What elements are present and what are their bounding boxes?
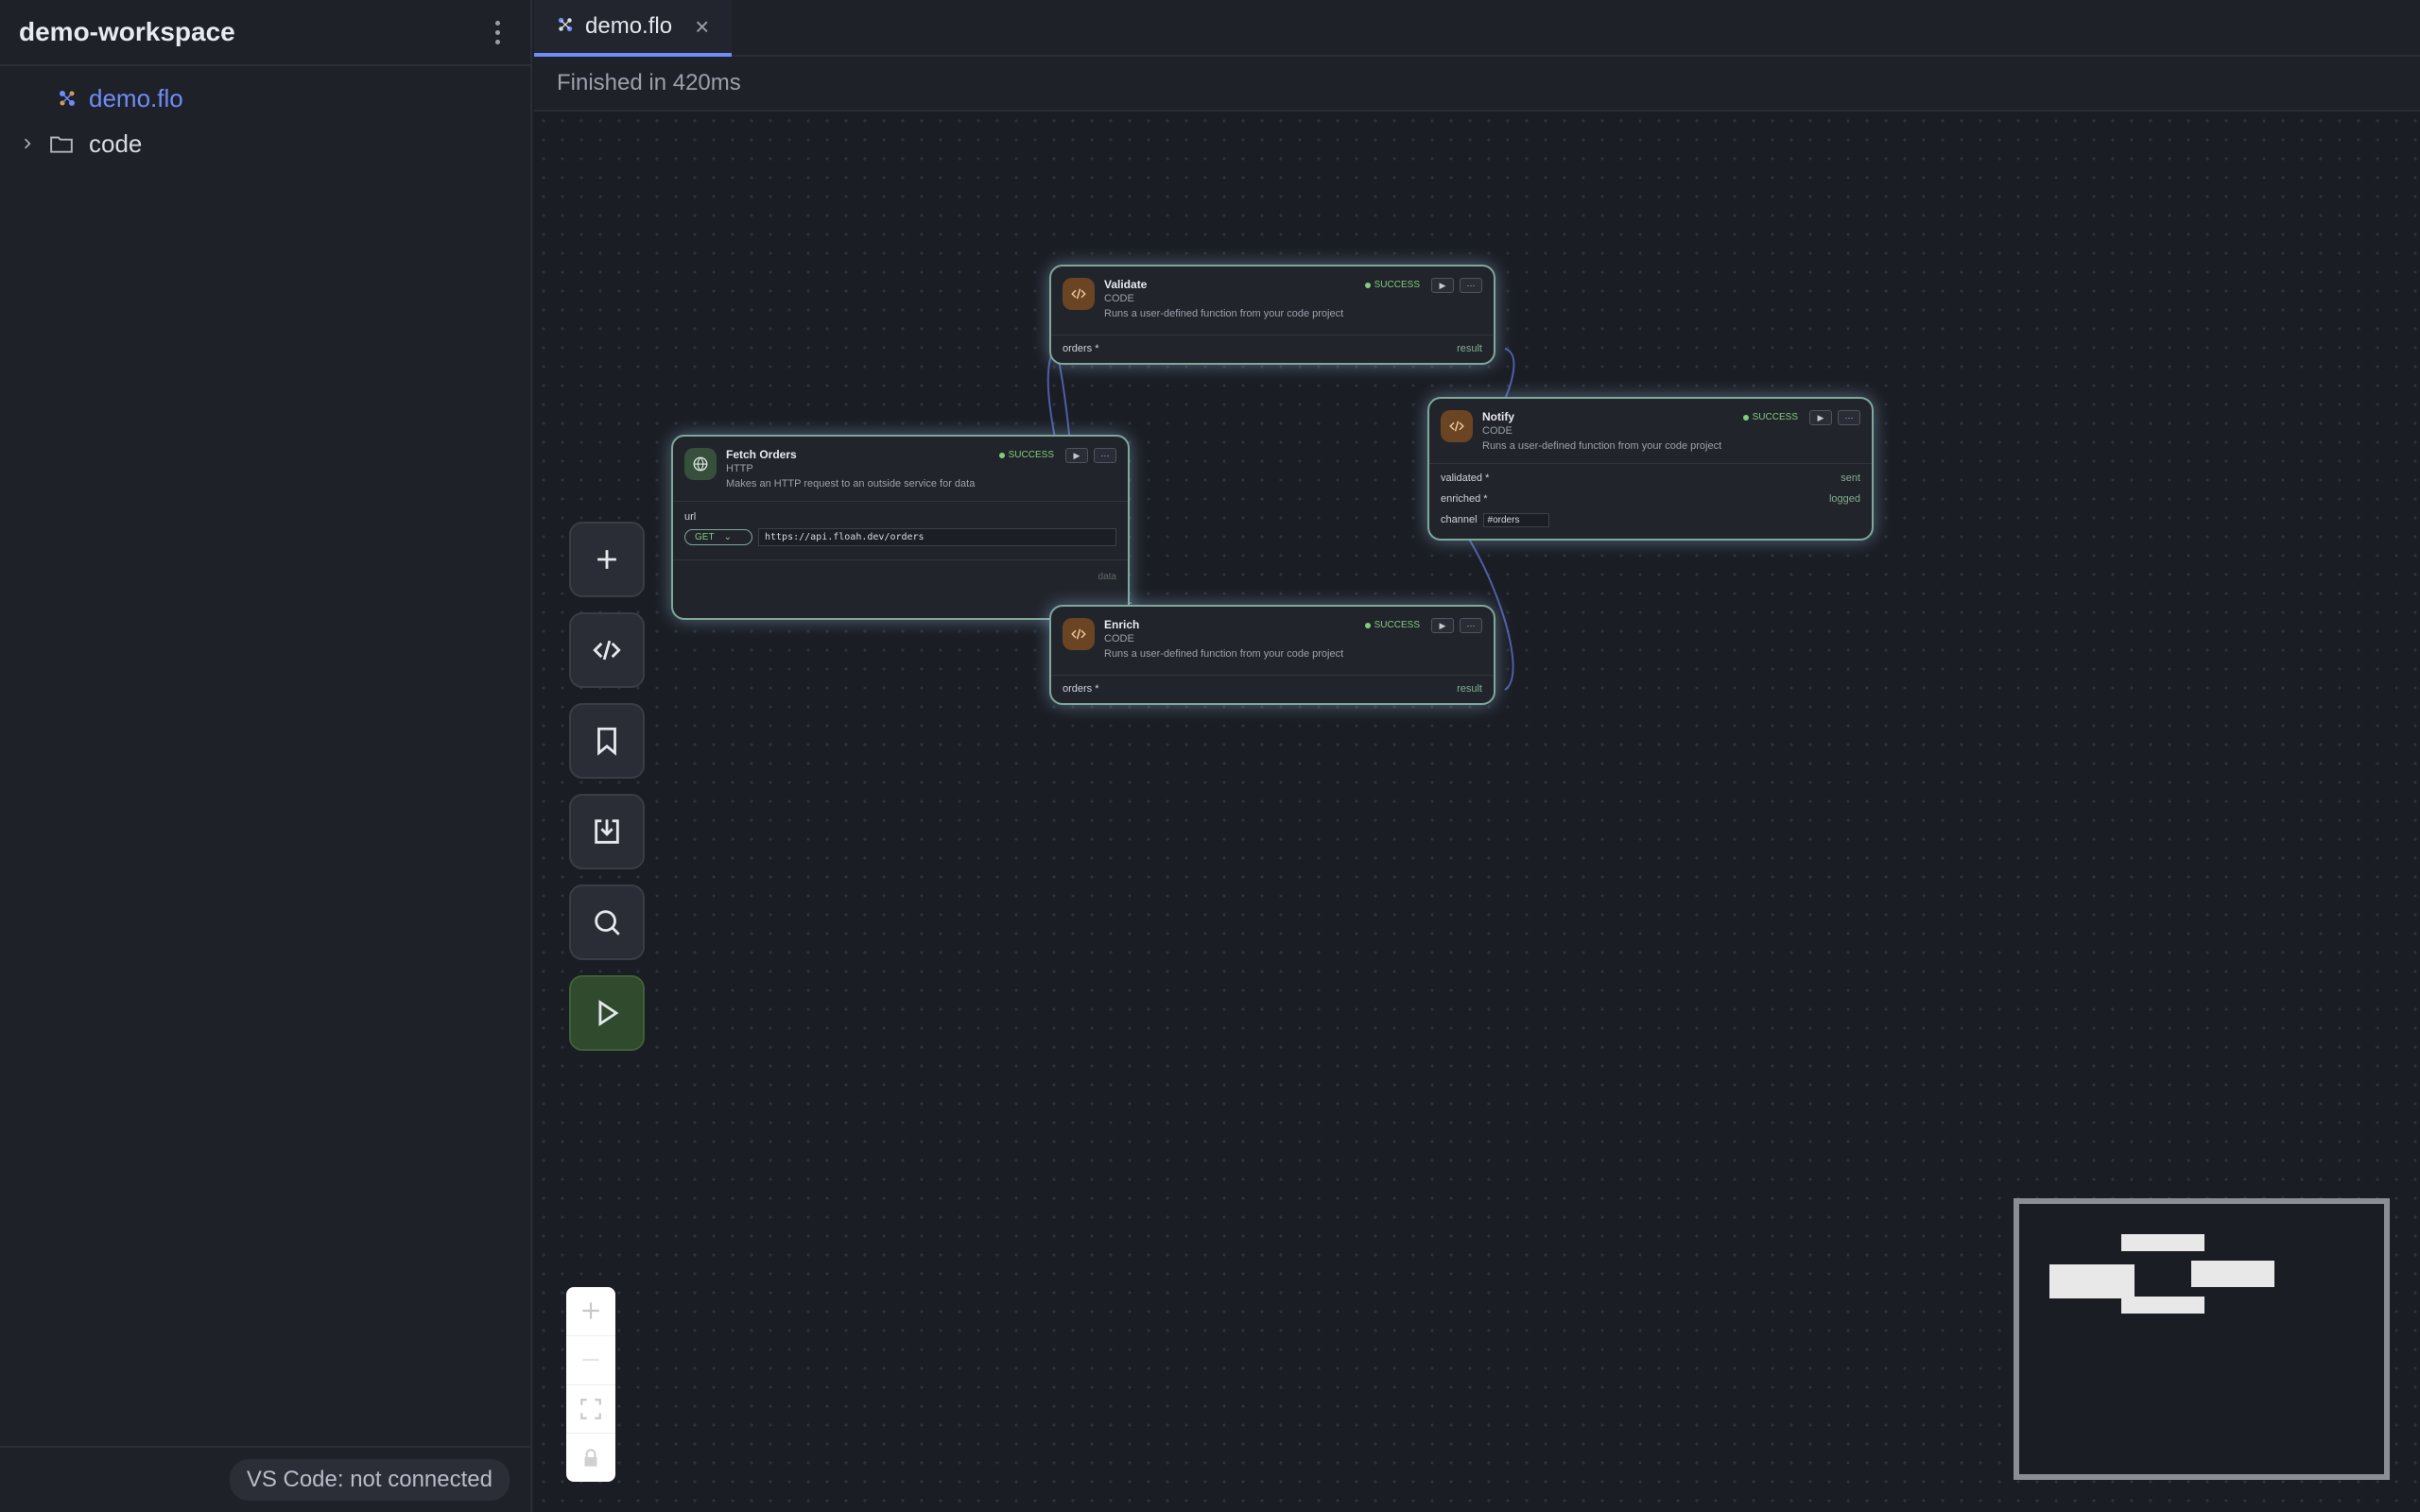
main-area: demo.flo × Finished in 420ms Validate CO… bbox=[534, 0, 2420, 1512]
input-port-label: orders * bbox=[1063, 343, 1099, 354]
zoom-out-icon bbox=[582, 1359, 599, 1362]
node-description: Runs a user-defined function from your c… bbox=[1482, 440, 1722, 452]
node-type: CODE bbox=[1104, 633, 1134, 644]
node-description: Runs a user-defined function from your c… bbox=[1104, 308, 1344, 319]
tree-item-code[interactable]: code bbox=[0, 121, 530, 166]
minimap-node-validate bbox=[2121, 1234, 2204, 1251]
minimap[interactable] bbox=[2014, 1198, 2390, 1480]
node-menu-button[interactable]: ··· bbox=[1838, 410, 1860, 425]
search-button[interactable] bbox=[569, 885, 645, 960]
node-title: Notify bbox=[1482, 410, 1514, 423]
minimap-node-fetch-orders bbox=[2049, 1264, 2135, 1298]
kebab-menu-icon[interactable] bbox=[483, 13, 511, 51]
tree-item-label: code bbox=[89, 129, 143, 158]
run-node-button[interactable]: ▶ bbox=[1065, 448, 1088, 463]
code-icon bbox=[1063, 278, 1095, 310]
node-type: CODE bbox=[1104, 293, 1134, 304]
node-fetch-orders[interactable]: Fetch Orders HTTP Makes an HTTP request … bbox=[671, 435, 1130, 620]
output-port-label: result bbox=[1457, 683, 1482, 695]
input-port-label: enriched * bbox=[1441, 493, 1488, 505]
output-port-label: result bbox=[1457, 343, 1482, 354]
run-flow-button[interactable] bbox=[569, 975, 645, 1051]
tab-label: demo.flo bbox=[585, 13, 673, 39]
bookmark-button[interactable] bbox=[569, 703, 645, 779]
close-icon[interactable]: × bbox=[695, 12, 709, 42]
node-menu-button[interactable]: ··· bbox=[1094, 448, 1116, 463]
minimap-node-enrich bbox=[2121, 1297, 2204, 1314]
sidebar-footer: VS Code: not connected bbox=[0, 1446, 530, 1512]
flow-file-icon bbox=[557, 13, 574, 40]
chevron-down-icon: ⌄ bbox=[723, 532, 732, 542]
zoom-out-button[interactable] bbox=[566, 1336, 615, 1385]
lock-button[interactable] bbox=[566, 1434, 615, 1482]
tree-item-demo-flo[interactable]: demo.flo bbox=[0, 76, 530, 121]
run-status-bar: Finished in 420ms bbox=[534, 57, 2420, 112]
node-description: Makes an HTTP request to an outside serv… bbox=[726, 478, 976, 490]
output-port-label: data bbox=[1098, 572, 1116, 582]
import-icon bbox=[595, 819, 619, 844]
input-port-label: validated * bbox=[1441, 472, 1490, 484]
node-type: HTTP bbox=[726, 463, 753, 474]
output-port-label: logged bbox=[1828, 493, 1860, 505]
lock-icon bbox=[584, 1448, 597, 1467]
workspace-title: demo-workspace bbox=[19, 17, 235, 46]
tree-item-label: demo.flo bbox=[89, 83, 183, 112]
node-title: Enrich bbox=[1104, 618, 1140, 631]
import-button[interactable] bbox=[569, 794, 645, 869]
flow-file-icon bbox=[53, 84, 81, 112]
folder-icon bbox=[47, 129, 76, 158]
output-port-label: sent bbox=[1841, 472, 1860, 484]
input-port-label: orders * bbox=[1063, 683, 1099, 695]
zoom-controls bbox=[566, 1287, 615, 1482]
node-menu-button[interactable]: ··· bbox=[1460, 618, 1482, 633]
run-node-button[interactable]: ▶ bbox=[1431, 618, 1454, 633]
status-badge: SUCCESS bbox=[1742, 410, 1798, 422]
fit-view-button[interactable] bbox=[566, 1385, 615, 1435]
node-type: CODE bbox=[1482, 425, 1512, 437]
input-port-label: channel bbox=[1441, 514, 1478, 525]
node-enrich[interactable]: Enrich CODE Runs a user-defined function… bbox=[1049, 605, 1495, 705]
url-label: url bbox=[684, 511, 697, 523]
zoom-in-button[interactable] bbox=[566, 1287, 615, 1336]
tab-demo-flo[interactable]: demo.flo × bbox=[534, 0, 733, 57]
bookmark-icon bbox=[597, 727, 616, 756]
node-validate[interactable]: Validate CODE Runs a user-defined functi… bbox=[1049, 265, 1495, 365]
add-node-button[interactable] bbox=[569, 522, 645, 597]
status-badge: SUCCESS bbox=[1364, 278, 1420, 290]
node-title: Validate bbox=[1104, 278, 1148, 291]
minimap-node-notify bbox=[2191, 1261, 2274, 1287]
method-select[interactable]: GET ⌄ bbox=[684, 529, 752, 545]
node-description: Runs a user-defined function from your c… bbox=[1104, 648, 1344, 660]
vscode-status-badge: VS Code: not connected bbox=[229, 1459, 510, 1501]
code-icon bbox=[1063, 618, 1095, 650]
node-notify[interactable]: Notify CODE Runs a user-defined function… bbox=[1427, 397, 1874, 541]
zoom-in-icon bbox=[582, 1302, 599, 1320]
node-menu-button[interactable]: ··· bbox=[1460, 278, 1482, 293]
run-status-text: Finished in 420ms bbox=[557, 70, 741, 95]
run-node-button[interactable]: ▶ bbox=[1809, 410, 1832, 425]
channel-input[interactable]: #orders bbox=[1482, 512, 1549, 527]
flow-canvas[interactable]: Validate CODE Runs a user-defined functi… bbox=[534, 112, 2420, 1512]
status-badge: SUCCESS bbox=[1364, 618, 1420, 630]
url-input[interactable]: https://api.floah.dev/orders bbox=[758, 528, 1116, 546]
status-badge: SUCCESS bbox=[998, 448, 1054, 460]
code-icon bbox=[593, 640, 621, 661]
code-icon bbox=[1441, 410, 1473, 442]
run-icon bbox=[598, 1000, 619, 1026]
node-title: Fetch Orders bbox=[726, 448, 797, 461]
globe-icon bbox=[684, 448, 717, 480]
search-icon bbox=[595, 910, 620, 936]
code-button[interactable] bbox=[569, 612, 645, 688]
file-tree: demo.flo code bbox=[0, 66, 530, 166]
fit-view-icon bbox=[580, 1399, 601, 1419]
sidebar-header: demo-workspace bbox=[0, 0, 530, 66]
sidebar: demo-workspace demo.flo code VS Code: no… bbox=[0, 0, 532, 1512]
run-node-button[interactable]: ▶ bbox=[1431, 278, 1454, 293]
add-node-icon bbox=[597, 550, 616, 569]
chevron-right-icon[interactable] bbox=[17, 129, 38, 158]
tab-bar: demo.flo × bbox=[534, 0, 2420, 57]
